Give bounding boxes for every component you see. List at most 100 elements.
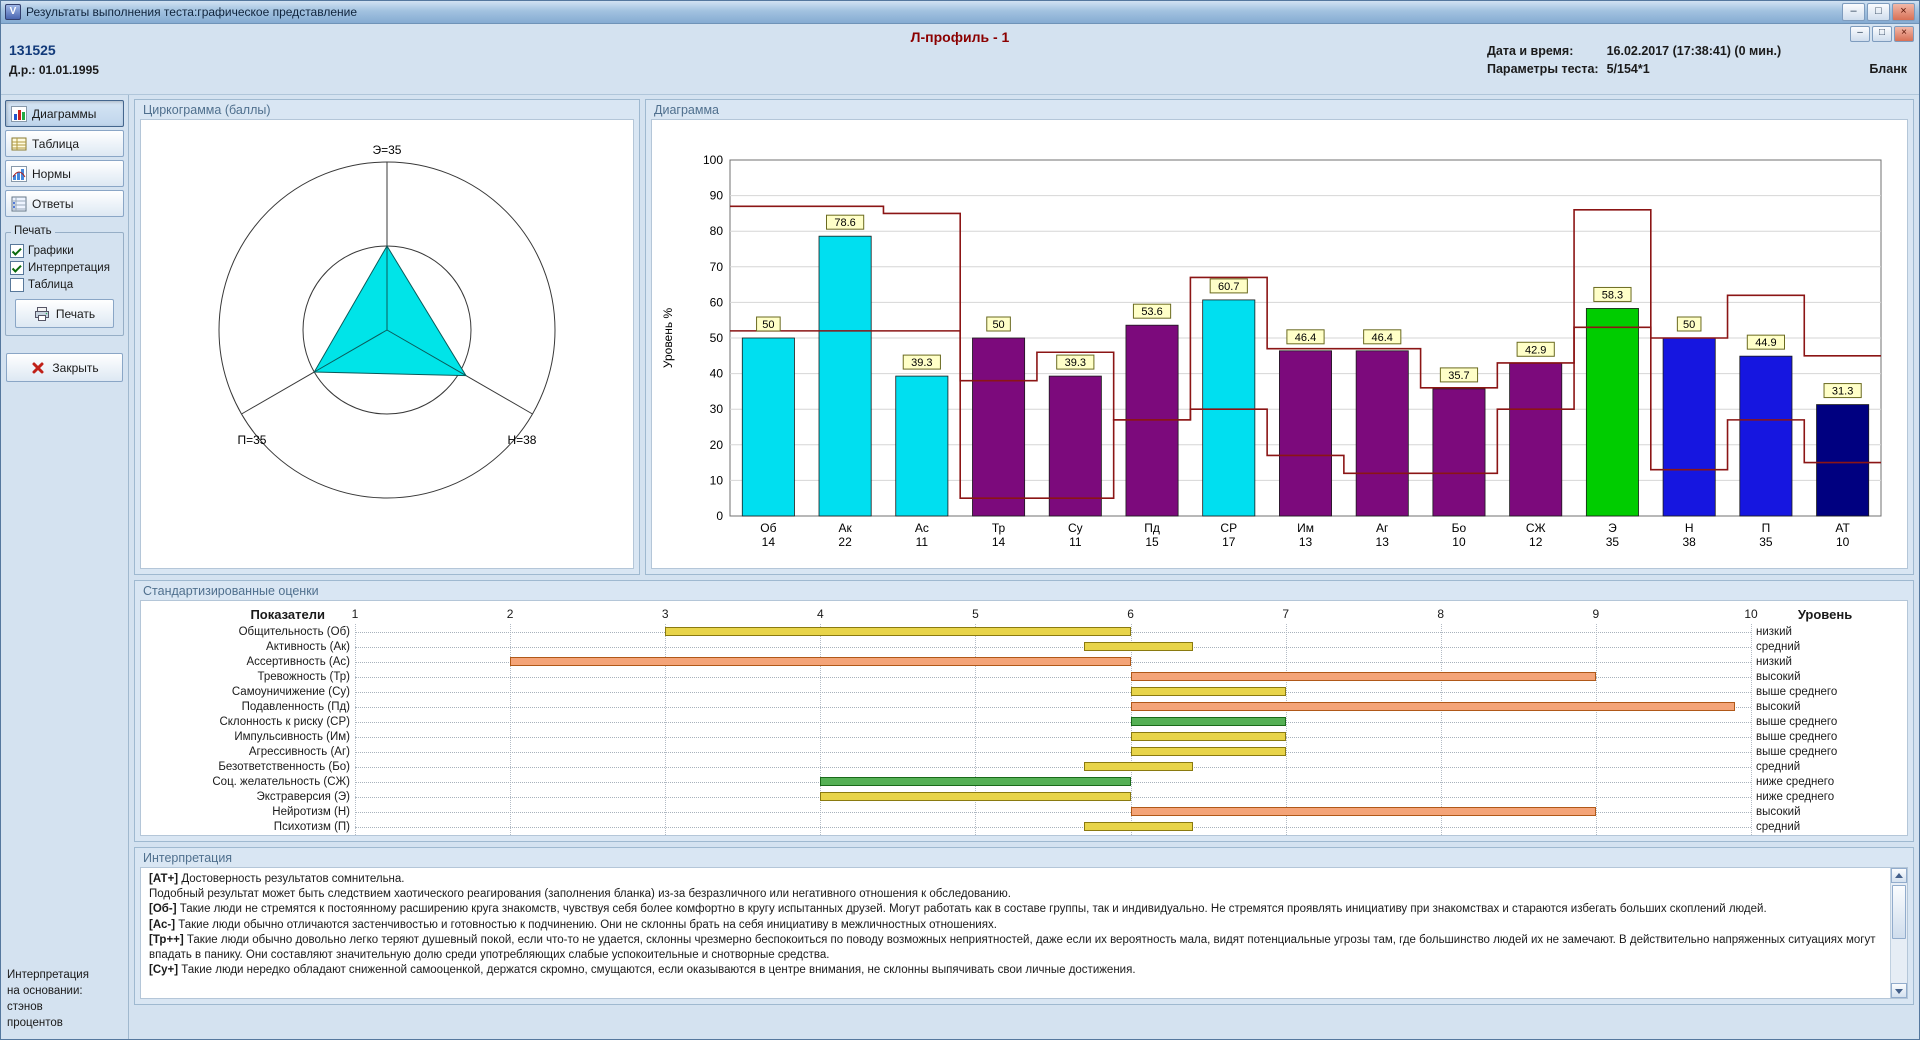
interpretation-text: [АТ+] Достоверность результатов сомнител… xyxy=(141,868,1890,998)
std-row: Самоуничижение (Су)выше среднего xyxy=(149,684,1899,699)
indicator-label: Психотизм (П) xyxy=(149,821,355,833)
interpretation-scrollbar[interactable] xyxy=(1890,868,1907,998)
level-label: выше среднего xyxy=(1751,746,1899,758)
sidebar-item-label: Диаграммы xyxy=(32,107,96,121)
sten-bar xyxy=(665,627,1130,636)
interpretation-box: [АТ+] Достоверность результатов сомнител… xyxy=(140,867,1908,999)
profile-bar-chart: 0102030405060708090100Уровень %Об14Ак22А… xyxy=(652,120,1907,568)
std-row: Психотизм (П)средний xyxy=(149,819,1899,834)
sten-track xyxy=(355,639,1751,654)
bar-Тр xyxy=(972,338,1024,516)
indicator-label: Нейротизм (Н) xyxy=(149,806,355,818)
sten-track xyxy=(355,669,1751,684)
app-window: V Результаты выполнения теста:графическо… xyxy=(0,0,1920,1040)
interpretation-line: [Тр++] Такие люди обычно довольно легко … xyxy=(149,933,1882,963)
svg-text:10: 10 xyxy=(710,473,724,487)
level-label: низкий xyxy=(1751,626,1899,638)
sten-bar xyxy=(820,777,1130,786)
svg-text:46.4: 46.4 xyxy=(1372,332,1393,344)
level-label: выше среднего xyxy=(1751,731,1899,743)
sten-track xyxy=(355,759,1751,774)
level-label: средний xyxy=(1751,761,1899,773)
note-line: Интерпретация xyxy=(7,967,124,983)
bar-chart-icon xyxy=(11,106,27,122)
sidebar-item-table[interactable]: Таблица xyxy=(5,130,124,157)
print-button-label: Печать xyxy=(56,307,95,321)
maximize-button[interactable]: □ xyxy=(1872,26,1892,42)
close-button[interactable]: × xyxy=(1894,26,1914,42)
print-group: Печать ГрафикиИнтерпретацияТаблица Печат… xyxy=(5,232,124,336)
x-label: Ак xyxy=(838,521,852,535)
minimize-button[interactable]: – xyxy=(1850,26,1870,42)
svg-text:31.3: 31.3 xyxy=(1832,386,1853,398)
indicator-label: Экстраверсия (Э) xyxy=(149,791,355,803)
sidebar-item-answers[interactable]: Ответы xyxy=(5,190,124,217)
scale-tick: 4 xyxy=(817,607,824,621)
close-button[interactable]: × xyxy=(1892,3,1915,21)
interpretation-panel: Интерпретация [АТ+] Достоверность резуль… xyxy=(134,847,1914,1005)
x-label: СЖ xyxy=(1526,521,1546,535)
table-icon xyxy=(11,136,27,152)
print-button[interactable]: Печать xyxy=(15,299,114,328)
svg-text:35.7: 35.7 xyxy=(1448,370,1469,382)
scroll-up-button[interactable] xyxy=(1891,868,1907,883)
scale-tick: 9 xyxy=(1593,607,1600,621)
x-label: АТ xyxy=(1835,521,1850,535)
datetime-value: 16.02.2017 (17:38:41) (0 мин.) xyxy=(1607,44,1782,58)
level-label: низкий xyxy=(1751,656,1899,668)
level-label: ниже среднего xyxy=(1751,776,1899,788)
mdi-window-controls: –□× xyxy=(1850,26,1914,42)
profile-title: Л-профиль - 1 xyxy=(1,29,1919,45)
minimize-button[interactable]: – xyxy=(1842,3,1865,21)
x-raw-score: 10 xyxy=(1836,535,1850,549)
sten-bar xyxy=(1131,687,1286,696)
svg-text:50: 50 xyxy=(762,319,774,331)
x-raw-score: 11 xyxy=(1069,535,1082,549)
checkbox-интерпретация[interactable]: Интерпретация xyxy=(10,261,119,275)
y-axis-title: Уровень % xyxy=(661,308,675,369)
maximize-button[interactable]: □ xyxy=(1867,3,1890,21)
svg-text:50: 50 xyxy=(1683,319,1695,331)
sten-bar xyxy=(1131,747,1286,756)
sten-bar xyxy=(1131,672,1596,681)
indicator-label: Самоуничижение (Су) xyxy=(149,686,355,698)
level-label: высокий xyxy=(1751,836,1899,837)
indicator-label: Подавленность (Пд) xyxy=(149,701,355,713)
std-row: Нейротизм (Н)высокий xyxy=(149,804,1899,819)
scale-tick: 6 xyxy=(1127,607,1134,621)
indicator-label: Атипичность ответов (АТ) xyxy=(149,836,355,837)
sidebar-item-bar-chart[interactable]: Диаграммы xyxy=(5,100,124,127)
blank-label: Бланк xyxy=(1869,62,1907,76)
level-header: Уровень xyxy=(1751,607,1899,622)
sten-bar xyxy=(820,792,1130,801)
svg-text:100: 100 xyxy=(703,153,723,167)
bar-Аг xyxy=(1356,351,1408,516)
sten-bar xyxy=(1131,717,1286,726)
scrollbar-thumb[interactable] xyxy=(1892,885,1906,939)
indicator-label: Импульсивность (Им) xyxy=(149,731,355,743)
scrollbar-track[interactable] xyxy=(1891,883,1907,983)
checkbox-графики[interactable]: Графики xyxy=(10,244,119,258)
std-row: Безответственность (Бо)средний xyxy=(149,759,1899,774)
scroll-down-button[interactable] xyxy=(1891,983,1907,998)
scale-tick: 5 xyxy=(972,607,979,621)
standardized-area: Показатели 12345678910 Уровень Общительн… xyxy=(140,600,1908,836)
standardized-rows: Общительность (Об)низкийАктивность (Ак)с… xyxy=(149,624,1899,836)
svg-text:20: 20 xyxy=(710,438,724,452)
test-params-value: 5/154*1 xyxy=(1607,62,1782,76)
sidebar-item-norms[interactable]: Нормы xyxy=(5,160,124,187)
svg-text:30: 30 xyxy=(710,402,724,416)
test-params-label: Параметры теста: xyxy=(1487,62,1599,76)
std-row: Агрессивность (Аг)выше среднего xyxy=(149,744,1899,759)
sten-track xyxy=(355,804,1751,819)
std-row: Соц. желательность (СЖ)ниже среднего xyxy=(149,774,1899,789)
sidebar: Диаграммы Таблица Нормы Ответы Печать Графи… xyxy=(1,95,129,1039)
print-group-title: Печать xyxy=(11,225,55,237)
checkbox-таблица[interactable]: Таблица xyxy=(10,278,119,292)
score-triangle xyxy=(314,246,466,376)
checkbox-box xyxy=(10,244,24,258)
standardized-header: Показатели 12345678910 Уровень xyxy=(149,604,1899,624)
x-raw-score: 35 xyxy=(1759,535,1773,549)
level-label: выше среднего xyxy=(1751,716,1899,728)
close-button[interactable]: Закрыть xyxy=(6,353,123,382)
